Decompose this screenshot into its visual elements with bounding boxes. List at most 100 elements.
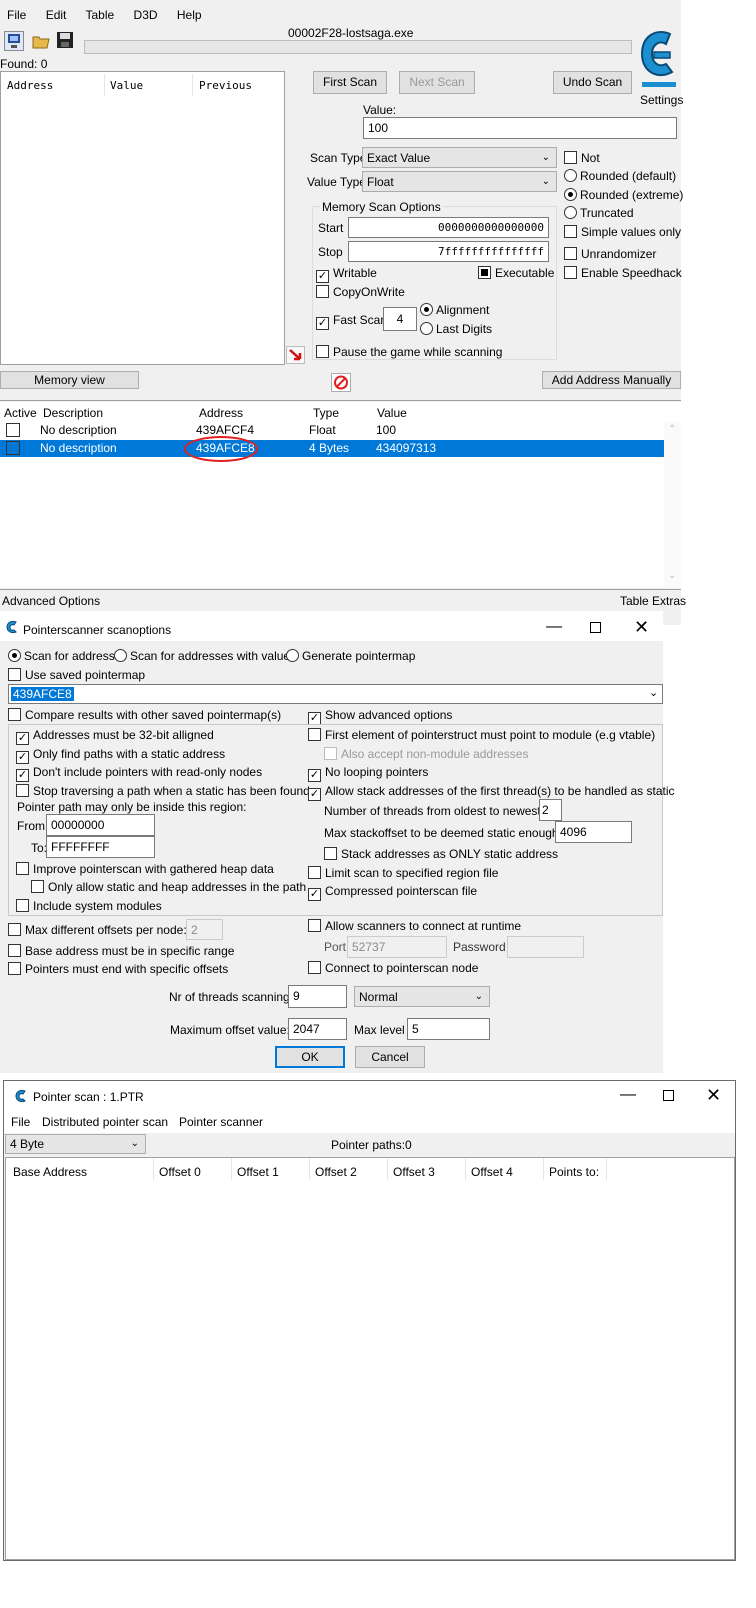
advanced-options-label[interactable]: Advanced Options	[2, 593, 100, 609]
results-list[interactable]: Address Value Previous	[0, 71, 285, 365]
compressed-checkbox[interactable]: ✓ Compressed pointerscan file	[308, 883, 477, 901]
use-saved-pointermap-checkbox[interactable]: Use saved pointermap	[8, 667, 145, 683]
alignment-radio[interactable]: Alignment	[420, 302, 489, 318]
column-points-to[interactable]: Points to:	[549, 1164, 599, 1180]
unrandomizer-checkbox[interactable]: Unrandomizer	[564, 246, 656, 262]
improve-heap-checkbox[interactable]: Improve pointerscan with gathered heap d…	[16, 861, 274, 877]
priority-select[interactable]: Normal ⌄	[354, 986, 490, 1007]
connect-node-checkbox[interactable]: Connect to pointerscan node	[308, 960, 478, 976]
password-input[interactable]	[507, 936, 584, 958]
minimize-icon[interactable]: —	[546, 619, 562, 635]
table-header-description[interactable]: Description	[43, 405, 103, 421]
writable-checkbox[interactable]: ✓ Writable	[316, 265, 377, 283]
pointer-results-list[interactable]: Base Address Offset 0 Offset 1 Offset 2 …	[5, 1157, 735, 1560]
cheat-engine-logo-icon[interactable]	[636, 26, 680, 92]
open-process-icon[interactable]	[4, 31, 24, 51]
port-input[interactable]: 52737	[347, 936, 447, 958]
value-type-select[interactable]: Float ⌄	[362, 171, 557, 192]
simple-values-checkbox[interactable]: Simple values only	[564, 224, 681, 240]
threads-oldest-input[interactable]: 2	[539, 799, 562, 821]
max-stackoffset-input[interactable]: 4096	[555, 821, 632, 843]
add-address-manually-button[interactable]: Add Address Manually	[542, 371, 681, 389]
from-input[interactable]: 00000000	[46, 814, 155, 836]
column-offset-1[interactable]: Offset 1	[237, 1164, 279, 1180]
column-base-address[interactable]: Base Address	[13, 1164, 87, 1180]
scan-type-select[interactable]: Exact Value ⌄	[362, 147, 557, 168]
base-range-checkbox[interactable]: Base address must be in specific range	[8, 943, 234, 959]
no-readonly-checkbox[interactable]: ✓ Don't include pointers with read-only n…	[16, 764, 262, 782]
static-paths-checkbox[interactable]: ✓ Only find paths with a static address	[16, 746, 225, 764]
nr-threads-input[interactable]: 9	[288, 985, 347, 1008]
pause-game-checkbox[interactable]: Pause the game while scanning	[316, 344, 502, 360]
menu-pointer-scanner[interactable]: Pointer scanner	[179, 1114, 263, 1130]
menu-file[interactable]: File	[11, 1114, 30, 1130]
start-input[interactable]: 0000000000000000	[348, 217, 549, 238]
column-offset-2[interactable]: Offset 2	[315, 1164, 357, 1180]
only-static-heap-checkbox[interactable]: Only allow static and heap addresses in …	[31, 879, 306, 895]
first-scan-button[interactable]: First Scan	[313, 71, 387, 94]
menu-distributed[interactable]: Distributed pointer scan	[42, 1114, 168, 1130]
allow-runtime-checkbox[interactable]: Allow scanners to connect at runtime	[308, 918, 521, 934]
limit-region-checkbox[interactable]: Limit scan to specified region file	[308, 865, 498, 881]
table-header-address[interactable]: Address	[199, 405, 243, 421]
max-diff-offsets-input[interactable]: 2	[186, 919, 223, 940]
value-input[interactable]: 100	[363, 117, 677, 139]
column-offset-0[interactable]: Offset 0	[159, 1164, 201, 1180]
max-diff-offsets-checkbox[interactable]: Max different offsets per node:	[8, 922, 187, 938]
truncated-radio[interactable]: Truncated	[564, 205, 634, 221]
active-checkbox[interactable]	[6, 423, 20, 437]
menu-edit[interactable]: Edit	[46, 8, 67, 22]
menu-table[interactable]: Table	[86, 8, 115, 22]
max-level-input[interactable]: 5	[407, 1018, 490, 1040]
results-header-value[interactable]: Value	[110, 78, 143, 94]
non-module-checkbox[interactable]: Also accept non-module addresses	[324, 746, 528, 762]
rounded-extreme-radio[interactable]: Rounded (extreme)	[564, 187, 683, 203]
not-checkbox[interactable]: Not	[564, 150, 600, 166]
allow-stack-checkbox[interactable]: ✓ Allow stack addresses of the first thre…	[308, 783, 675, 801]
stop-input[interactable]: 7fffffffffffffff	[348, 241, 549, 262]
close-icon[interactable]: ✕	[706, 1086, 721, 1104]
next-scan-button[interactable]: Next Scan	[399, 71, 475, 94]
save-icon[interactable]	[56, 31, 76, 51]
no-looping-checkbox[interactable]: ✓ No looping pointers	[308, 764, 428, 782]
scroll-down-icon[interactable]: ⌄	[668, 570, 676, 581]
open-folder-icon[interactable]	[31, 31, 51, 51]
undo-scan-button[interactable]: Undo Scan	[553, 71, 632, 94]
column-offset-3[interactable]: Offset 3	[393, 1164, 435, 1180]
address-combobox[interactable]: 439AFCE8 ⌄	[8, 684, 663, 704]
address-table[interactable]: Active Description Address Type Value No…	[0, 402, 681, 588]
speedhack-checkbox[interactable]: Enable Speedhack	[564, 265, 682, 281]
table-extras-label[interactable]: Table Extras	[620, 593, 686, 609]
ok-button[interactable]: OK	[275, 1046, 345, 1068]
last-digits-radio[interactable]: Last Digits	[420, 321, 492, 337]
stack-only-static-checkbox[interactable]: Stack addresses as ONLY static address	[324, 846, 558, 862]
menu-help[interactable]: Help	[177, 8, 202, 22]
show-advanced-checkbox[interactable]: ✓ Show advanced options	[308, 707, 452, 725]
cancel-button[interactable]: Cancel	[355, 1046, 425, 1068]
executable-checkbox[interactable]: Executable	[478, 265, 554, 281]
minimize-icon[interactable]: —	[620, 1087, 636, 1103]
maximize-icon[interactable]	[590, 622, 601, 633]
column-offset-4[interactable]: Offset 4	[471, 1164, 513, 1180]
chevron-down-icon[interactable]: ⌄	[649, 686, 658, 699]
fast-scan-input[interactable]: 4	[383, 307, 417, 331]
maximize-icon[interactable]	[663, 1090, 674, 1101]
table-header-type[interactable]: Type	[313, 405, 339, 421]
menu-file[interactable]: File	[7, 8, 26, 22]
menu-d3d[interactable]: D3D	[134, 8, 158, 22]
add-to-list-arrow-icon[interactable]	[286, 346, 305, 364]
scan-for-value-radio[interactable]: Scan for addresses with value	[114, 648, 290, 664]
scroll-up-icon[interactable]: ⌃	[668, 424, 676, 435]
to-input[interactable]: FFFFFFFF	[46, 836, 155, 858]
copyonwrite-checkbox[interactable]: CopyOnWrite	[316, 284, 405, 300]
table-row[interactable]: No description 439AFCF4 Float 100	[0, 422, 664, 439]
close-icon[interactable]: ✕	[634, 618, 649, 636]
include-system-checkbox[interactable]: Include system modules	[16, 898, 162, 914]
stop-icon[interactable]	[331, 373, 351, 392]
memory-view-button[interactable]: Memory view	[0, 371, 139, 389]
results-header-previous[interactable]: Previous	[199, 78, 252, 94]
generate-pointermap-radio[interactable]: Generate pointermap	[286, 648, 415, 664]
stop-traversing-checkbox[interactable]: Stop traversing a path when a static has…	[16, 783, 310, 799]
table-header-active[interactable]: Active	[4, 405, 37, 421]
scrollbar[interactable]: ⌃ ⌄	[664, 422, 681, 588]
